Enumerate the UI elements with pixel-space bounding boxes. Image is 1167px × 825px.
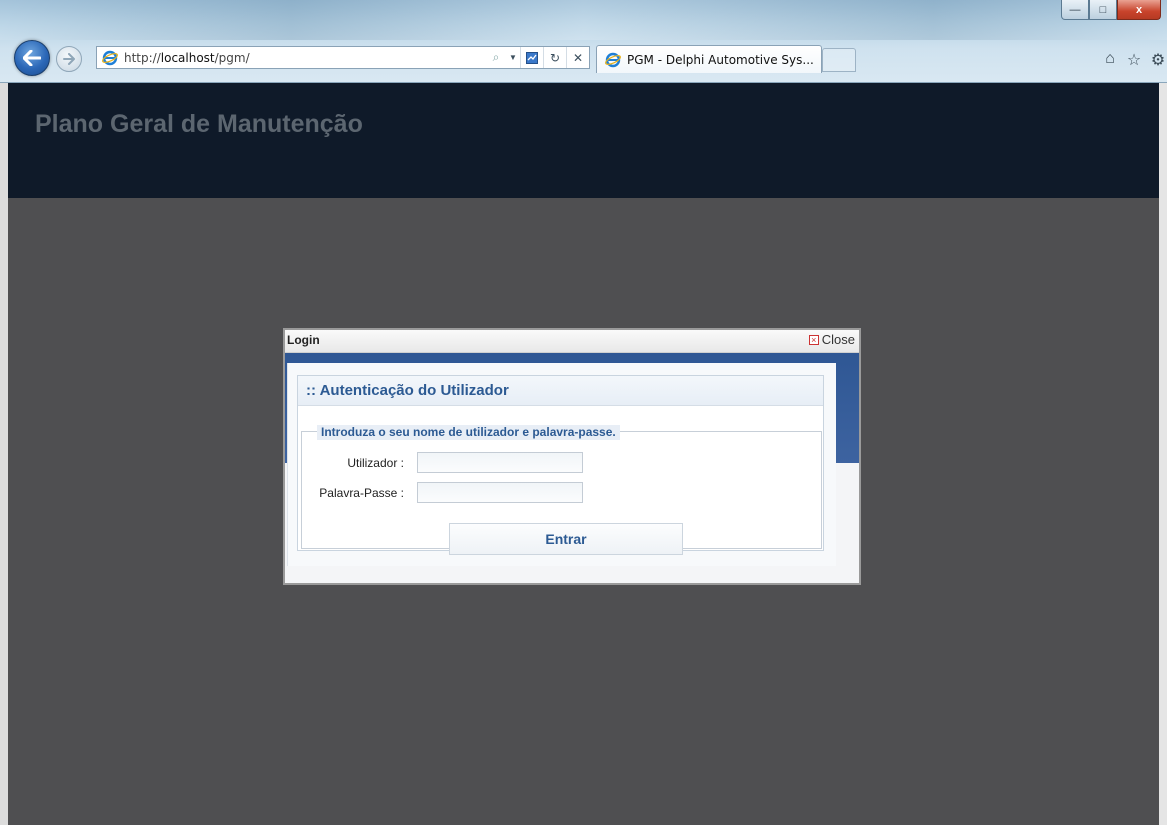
back-button[interactable] [14,40,50,76]
fieldset-legend: Introduza o seu nome de utilizador e pal… [317,425,620,440]
forward-arrow-icon [63,53,75,65]
compatibility-view-icon[interactable] [520,47,543,68]
username-field[interactable] [417,452,583,473]
back-arrow-icon [23,50,41,66]
dialog-close-label: Close [821,332,855,347]
auth-box: :: Autenticação do Utilizador Introduza … [297,375,824,555]
username-row: Utilizador : [298,452,583,473]
address-url[interactable]: http://localhost/pgm/ [124,51,486,65]
browser-chrome: — □ x http://localhost/pgm/ ⌕ ▼ ↻ ✕ PGM … [0,0,1167,83]
window-controls: — □ x [1061,0,1161,22]
password-row: Palavra-Passe : [298,482,583,503]
tab-pgm[interactable]: PGM - Delphi Automotive Sys... [596,45,822,73]
dialog-content: :: Autenticação do Utilizador Introduza … [287,363,836,566]
gear-icon[interactable]: ⚙ [1149,50,1167,70]
ie-page-icon [102,50,118,65]
close-icon: × [808,334,819,345]
username-label: Utilizador : [347,455,404,470]
home-icon[interactable]: ⌂ [1101,50,1119,70]
chrome-background [0,0,1167,40]
dialog-titlebar[interactable]: Login × Close [285,330,859,353]
maximize-button[interactable]: □ [1089,0,1117,20]
dialog-title: Login [287,333,320,347]
ie-tab-icon [605,52,621,67]
stop-icon[interactable]: ✕ [566,47,589,68]
password-field[interactable] [417,482,583,503]
address-dropdown-icon[interactable]: ▼ [506,47,520,68]
window-close-button[interactable]: x [1117,0,1161,20]
minimize-button[interactable]: — [1061,0,1089,20]
page-scrollbar[interactable] [1159,83,1167,825]
address-bar[interactable]: http://localhost/pgm/ ⌕ ▼ ↻ ✕ [96,46,590,69]
star-icon[interactable]: ☆ [1125,50,1143,70]
login-button[interactable]: Entrar [449,523,683,555]
address-tools: ⌕ ▼ ↻ ✕ [486,47,589,68]
login-dialog: Login × Close :: Autenticação do Utiliza… [283,328,861,585]
forward-button[interactable] [56,46,82,72]
page-frame-left [0,83,8,825]
password-label: Palavra-Passe : [319,485,404,500]
new-tab-button[interactable] [822,48,856,72]
site-header: Plano Geral de Manutenção [8,83,1159,198]
dialog-close-button[interactable]: × Close [808,332,855,347]
tab-title: PGM - Delphi Automotive Sys... [627,52,814,67]
search-icon[interactable]: ⌕ [486,47,506,68]
browser-toolbar-right: ⌂ ☆ ⚙ [1101,50,1167,70]
page-title: Plano Geral de Manutenção [35,110,363,138]
refresh-icon[interactable]: ↻ [543,47,566,68]
auth-section-title: :: Autenticação do Utilizador [298,376,823,406]
